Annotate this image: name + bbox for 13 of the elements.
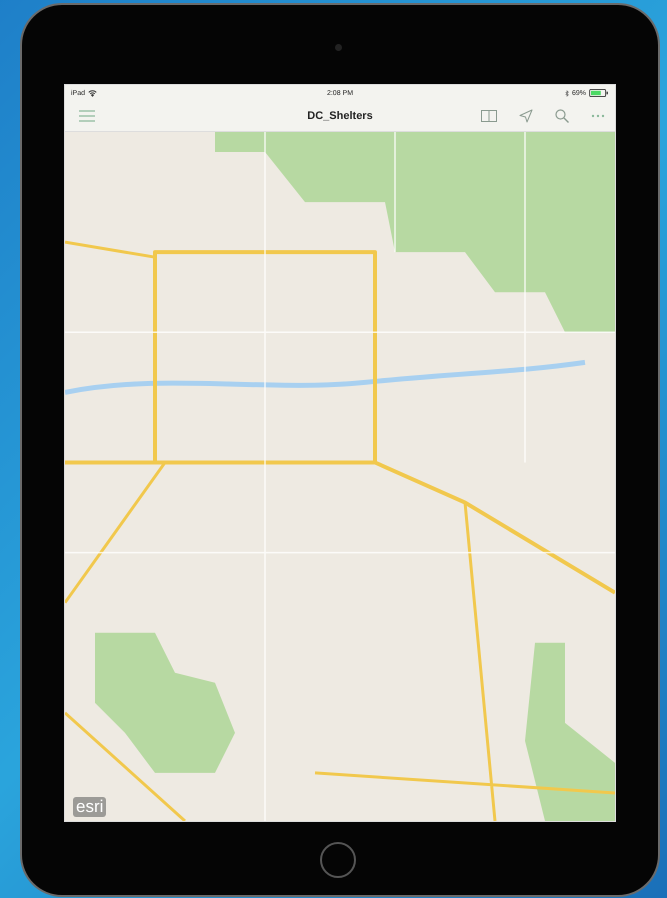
search-icon[interactable]: [555, 109, 569, 123]
battery-icon: [589, 89, 609, 97]
map-drawing[interactable]: [65, 132, 615, 821]
more-icon[interactable]: [591, 114, 605, 118]
menu-icon[interactable]: [79, 110, 95, 122]
wifi-icon: [88, 90, 98, 96]
camera-dot: [335, 44, 342, 51]
bluetooth-icon: [564, 90, 569, 96]
esri-logo: esri: [73, 797, 106, 817]
map-title: DC_Shelters: [307, 110, 373, 122]
location-arrow-icon[interactable]: [519, 109, 533, 123]
book-icon[interactable]: [481, 110, 497, 122]
home-button[interactable]: [320, 842, 356, 878]
